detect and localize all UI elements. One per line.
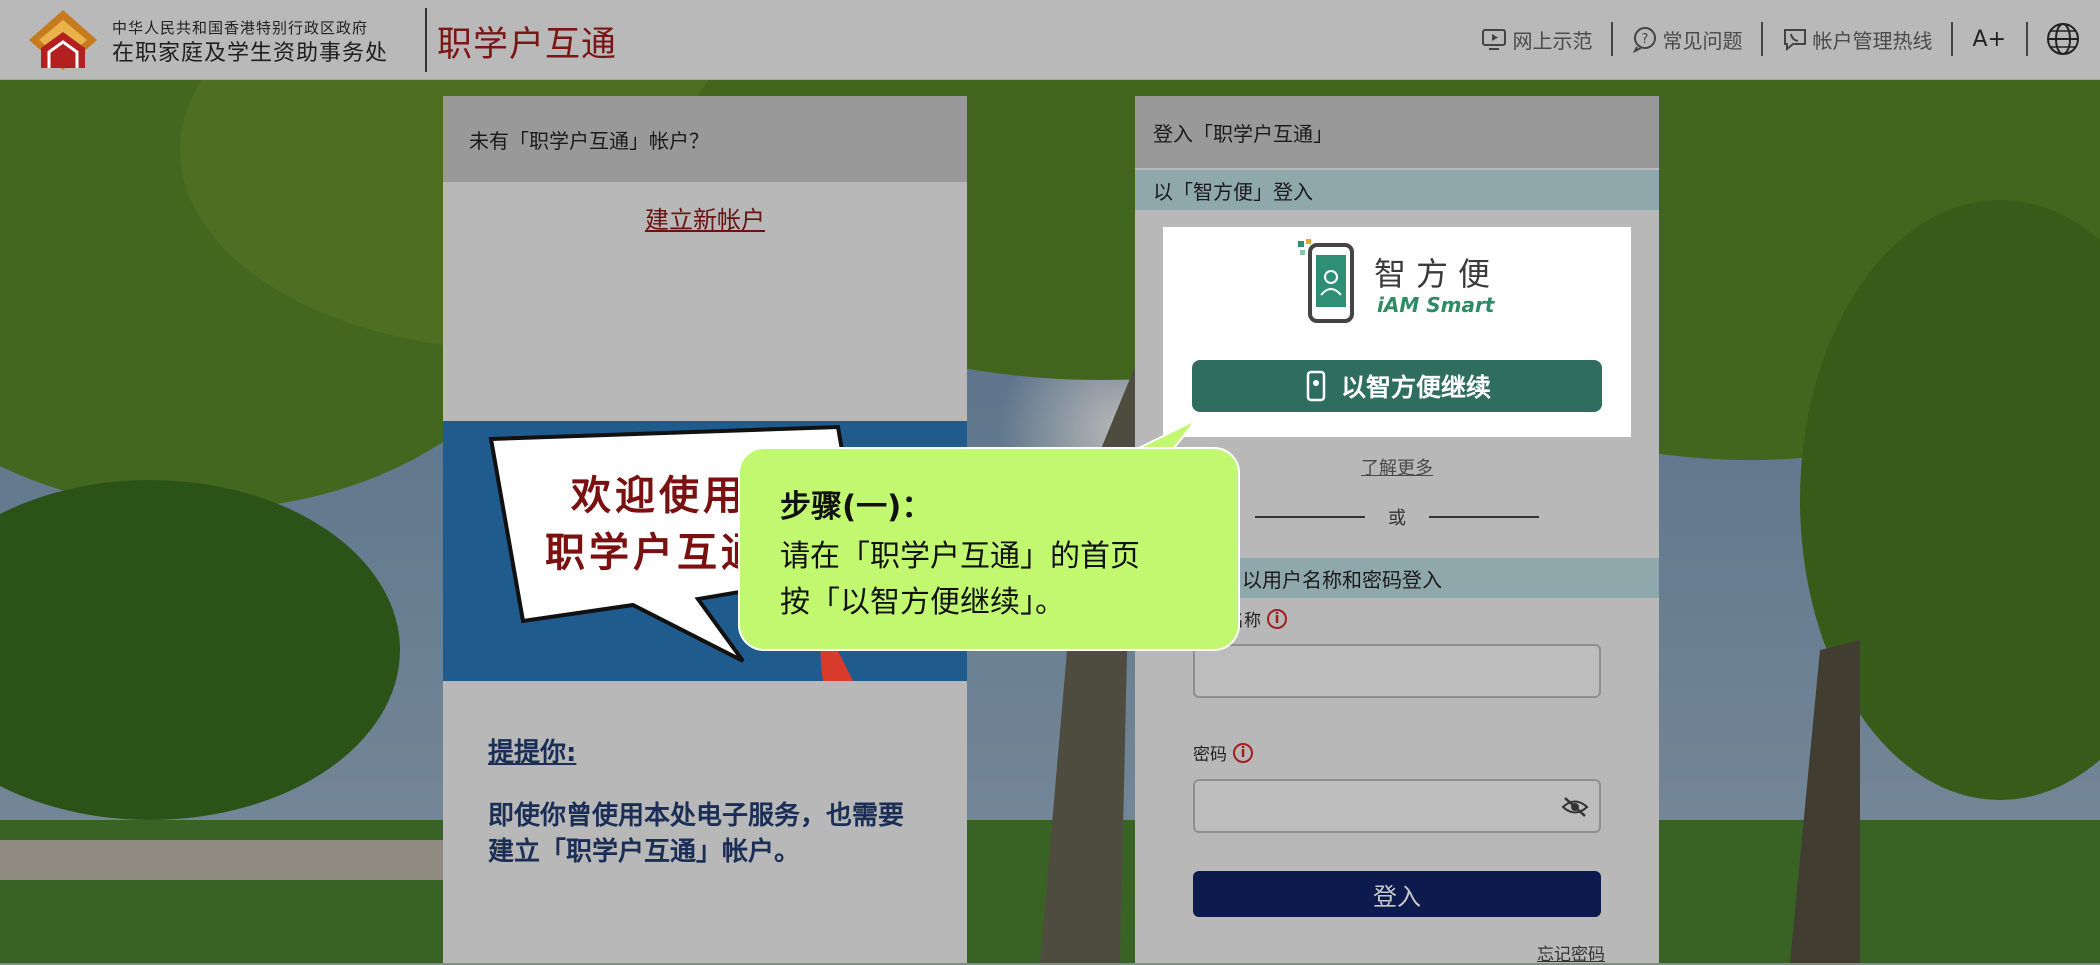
no-account-heading: 未有「职学户互通」帐户？ [443,96,967,182]
iam-smart-logo-en: iAM Smart [1377,293,1495,317]
app-title: 职学户互通 [437,25,618,65]
nav-faq[interactable]: ? 常见问题 [1613,25,1761,54]
username-input[interactable] [1193,644,1601,698]
nav-faq-label: 常见问题 [1662,28,1743,53]
or-divider: 或 [1255,504,1539,530]
iam-smart-continue-label: 以智方便继续 [1340,373,1491,402]
nav-demo[interactable]: 网上示范 [1463,25,1611,54]
nav-hotline[interactable]: 帐户管理热线 [1763,25,1951,54]
nav-hotline-label: 帐户管理热线 [1812,28,1933,53]
iam-smart-logo-cn: 智方便 [1374,255,1501,293]
password-label-row: 密码 i [1193,740,1253,765]
username-info-icon[interactable]: i [1267,608,1287,629]
eye-slash-icon[interactable] [1561,795,1589,819]
svg-text:?: ? [1641,32,1648,47]
department-name-line2: 在职家庭及学生资助事务处 [112,41,389,66]
callout-line2: 按「以智方便继续」。 [780,585,1065,620]
forgot-password-link[interactable]: 忘记密码 [1537,940,1605,965]
reminder-text: 即使你曾使用本处电子服务，也需要建立「职学户互通」帐户。 [488,801,905,867]
create-account-link[interactable]: 建立新帐户 [443,200,967,235]
iam-smart-box: 智方便 iAM Smart 以智方便继续 [1163,227,1631,437]
iam-smart-continue-button[interactable]: 以智方便继续 [1192,360,1602,412]
header-divider [425,8,427,72]
password-info-icon[interactable]: i [1233,742,1253,763]
login-heading: 登入「职学户互通」 [1135,96,1659,168]
or-line [1429,516,1539,518]
or-line [1255,516,1365,518]
password-label: 密码 [1193,745,1227,765]
globe-icon [2047,23,2079,55]
iam-smart-logo-icon [1298,239,1354,323]
question-bubble-icon: ? [1632,27,1656,53]
department-logo-icon [29,10,97,70]
video-demo-icon [1481,29,1506,50]
callout-line1: 请在「职学户互通」的首页 [780,539,1140,574]
reminder-title: 提提你: [488,738,577,768]
top-header: 中华人民共和国香港特别行政区政府 在职家庭及学生资助事务处 职学户互通 网上示范… [0,0,2100,80]
callout-title: 步骤(一)： [780,489,933,525]
or-text: 或 [1388,508,1406,529]
banner-line2: 职学户互通 [545,530,765,576]
banner-line1: 欢迎使用 [571,473,747,519]
iam-smart-phone-icon [1306,370,1326,402]
iam-smart-section-heading: 以「智方便」登入 [1135,170,1659,210]
language-button[interactable] [2028,22,2100,56]
login-button[interactable]: 登入 [1193,871,1601,917]
nav-demo-label: 网上示范 [1512,28,1593,53]
password-input[interactable] [1193,779,1601,833]
top-nav: 网上示范 ? 常见问题 帐户管理热线 A+ [1463,20,2100,58]
phone-bubble-icon [1783,29,1806,52]
font-size-button[interactable]: A+ [1953,27,2026,52]
step-callout: 步骤(一)： 请在「职学户互通」的首页 按「以智方便继续」。 [738,447,1240,651]
